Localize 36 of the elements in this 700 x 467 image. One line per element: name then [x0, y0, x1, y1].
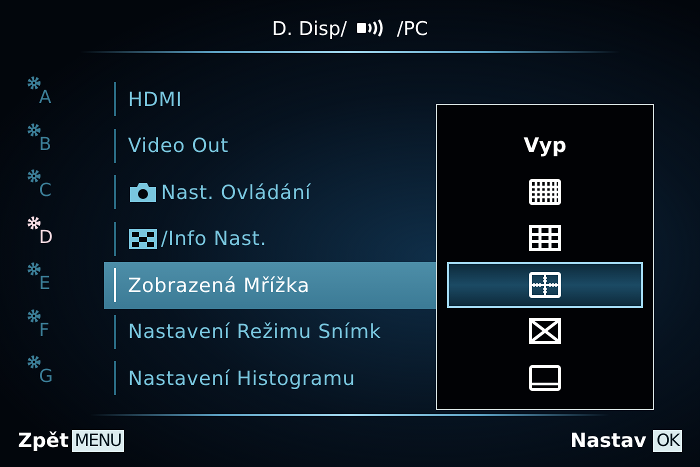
grid-option[interactable]: [447, 262, 643, 308]
menu-key[interactable]: MENU: [72, 430, 124, 452]
set-label: Nastav: [570, 428, 646, 454]
settings-tab[interactable]: B: [0, 122, 100, 169]
diagonal-icon: [529, 318, 561, 344]
menu-item[interactable]: Video Out: [104, 122, 436, 169]
grid-icon: [529, 225, 561, 252]
menu-item[interactable]: /Info Nast.: [104, 216, 436, 262]
settings-tab[interactable]: F: [0, 308, 100, 355]
menu-item[interactable]: HDMI: [104, 76, 436, 122]
camera-icon: [128, 181, 158, 204]
settings-tab[interactable]: E: [0, 262, 100, 308]
gear-icon: [27, 308, 41, 322]
gear-icon: [27, 355, 41, 369]
settings-tab[interactable]: G: [0, 355, 100, 402]
gear-icon: [27, 216, 41, 230]
screen-title: /PC: [396, 17, 428, 42]
menu-item[interactable]: Nastavení Režimu Snímk: [104, 308, 436, 355]
settings-tab[interactable]: A: [0, 76, 100, 122]
screen-title: D. Disp/: [272, 17, 347, 42]
settings-tab[interactable]: D: [0, 216, 100, 262]
frame-icon: [529, 364, 561, 391]
gear-icon: [27, 76, 41, 90]
scale-grid-icon: [529, 272, 561, 298]
grid-option[interactable]: Vyp: [447, 122, 643, 168]
ok-key[interactable]: OK: [653, 430, 682, 452]
display-icon: [128, 228, 158, 250]
settings-tab[interactable]: C: [0, 169, 100, 216]
menu-item[interactable]: Nastavení Histogramu: [104, 355, 436, 402]
gear-icon: [27, 262, 41, 276]
menu-item[interactable]: Nast. Ovládání: [104, 169, 436, 216]
back-label: Zpět: [18, 428, 69, 454]
menu-item[interactable]: Zobrazená Mřížka: [104, 262, 436, 308]
fine-grid-icon: [529, 178, 561, 205]
gear-icon: [27, 169, 41, 183]
gear-icon: [27, 122, 41, 136]
